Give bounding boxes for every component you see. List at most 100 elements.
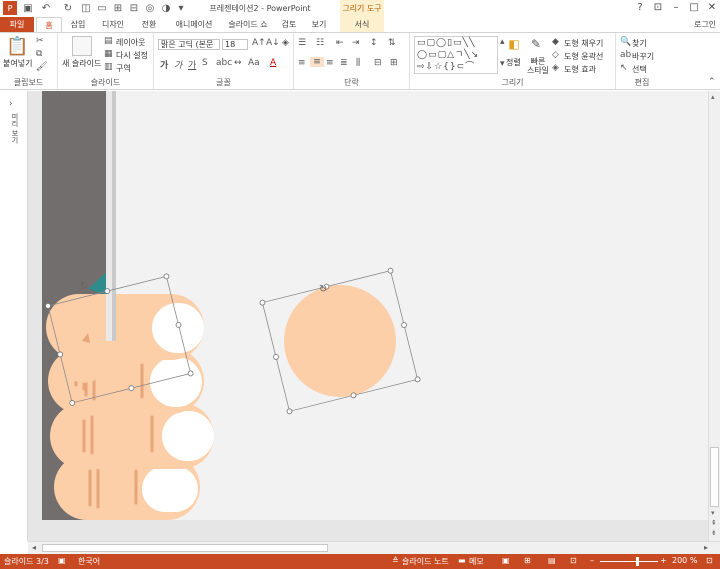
- align-left-icon[interactable]: ≡: [298, 58, 306, 68]
- paste-icon[interactable]: 📋: [6, 36, 28, 57]
- maximize-icon[interactable]: □: [686, 1, 702, 15]
- gallery-scroll-icon[interactable]: ▴: [500, 37, 505, 47]
- tab-insert[interactable]: 삽입: [66, 17, 90, 33]
- copy-icon[interactable]: ⧉: [36, 49, 42, 59]
- new-slide-button[interactable]: 새 슬라이드: [62, 58, 101, 69]
- qat-shape-icon[interactable]: ⊞: [112, 1, 124, 15]
- scroll-right-icon[interactable]: ▸: [704, 543, 708, 552]
- format-painter-icon[interactable]: 🖌: [36, 62, 47, 72]
- grow-font-icon[interactable]: A↑: [252, 38, 266, 48]
- paste-button[interactable]: 붙여넣기: [3, 58, 32, 69]
- shapes-gallery[interactable]: ▭▢◯▯▭╲╲ ◯▭▢△ㄱ╲↘ ⇨⇩☆{}⊂⌒: [414, 36, 498, 74]
- replace-button[interactable]: 바꾸기: [632, 51, 654, 62]
- smartart-icon[interactable]: ⊞: [390, 58, 398, 68]
- line-spacing-icon[interactable]: ↕: [370, 38, 378, 48]
- undo-icon[interactable]: ↶: [38, 1, 54, 15]
- cut-icon[interactable]: ✂: [36, 36, 44, 46]
- tab-home[interactable]: 홈: [36, 17, 62, 33]
- comments-button[interactable]: 메모: [469, 556, 484, 567]
- tab-review[interactable]: 검토: [278, 17, 300, 33]
- redo-icon[interactable]: ↻: [62, 1, 74, 15]
- zoom-level[interactable]: 200 %: [672, 556, 697, 565]
- previous-slide-icon[interactable]: ⇞: [711, 519, 717, 527]
- language-indicator[interactable]: 한국어: [78, 556, 100, 567]
- slideshow-icon[interactable]: ⊡: [570, 556, 577, 565]
- underline-icon[interactable]: 가: [188, 58, 196, 71]
- scroll-up-icon[interactable]: ▴: [711, 93, 715, 101]
- qat-shape-icon[interactable]: ▭: [96, 1, 108, 15]
- bullets-icon[interactable]: ☰: [298, 38, 306, 48]
- find-button[interactable]: 찾기: [632, 38, 647, 49]
- save-icon[interactable]: ▣: [22, 1, 34, 15]
- change-case-icon[interactable]: Aa: [248, 58, 260, 68]
- tab-slideshow[interactable]: 슬라이드 쇼: [226, 17, 270, 33]
- peach-circle[interactable]: [284, 285, 396, 397]
- tab-animations[interactable]: 애니메이션: [170, 17, 218, 33]
- increase-indent-icon[interactable]: ⇥: [352, 38, 360, 48]
- qat-shape-icon[interactable]: ◑: [160, 1, 172, 15]
- tab-transitions[interactable]: 전환: [136, 17, 162, 33]
- horizontal-scrollbar[interactable]: ◂ ▸: [28, 541, 720, 554]
- qat-shape-icon[interactable]: ◫: [80, 1, 92, 15]
- fit-to-window-icon[interactable]: ⊡: [706, 556, 713, 565]
- tab-file[interactable]: 파일: [0, 17, 34, 33]
- normal-view-icon[interactable]: ▣: [502, 556, 510, 565]
- shape-outline-button[interactable]: 도형 윤곽선: [564, 51, 603, 62]
- shrink-font-icon[interactable]: A↓: [266, 38, 280, 48]
- help-icon[interactable]: ?: [632, 1, 648, 15]
- arrange-icon[interactable]: ◧: [506, 37, 522, 53]
- strikethrough-icon[interactable]: abc: [216, 58, 232, 68]
- minimize-icon[interactable]: –: [668, 1, 684, 15]
- align-text-icon[interactable]: ⊟: [374, 58, 382, 68]
- qat-shape-icon[interactable]: ⊟: [128, 1, 140, 15]
- justify-icon[interactable]: ≣: [340, 58, 348, 68]
- font-family-select[interactable]: 맑은 고딕 (본문: [158, 39, 220, 50]
- section-button[interactable]: 구역: [116, 63, 131, 74]
- italic-icon[interactable]: 가: [174, 58, 182, 71]
- quick-styles-button[interactable]: 빠른 스타일: [526, 57, 550, 75]
- vertical-scroll-thumb[interactable]: [710, 447, 719, 507]
- sign-in-link[interactable]: 로그인: [690, 17, 720, 33]
- arrange-button[interactable]: 정렬: [506, 57, 521, 68]
- tab-design[interactable]: 디자인: [98, 17, 128, 33]
- customize-qat-icon[interactable]: ▾: [176, 1, 186, 15]
- ribbon-display-icon[interactable]: ⊡: [650, 1, 666, 15]
- zoom-slider[interactable]: [600, 557, 658, 566]
- spelling-icon[interactable]: ▣: [58, 556, 66, 565]
- zoom-slider-thumb[interactable]: [636, 557, 639, 566]
- align-center-icon[interactable]: ≡: [310, 57, 324, 67]
- rotate-handle-icon[interactable]: ↻: [80, 281, 88, 292]
- close-icon[interactable]: ✕: [704, 1, 720, 15]
- layout-button[interactable]: 레이아웃: [116, 37, 145, 48]
- select-button[interactable]: 선택: [632, 64, 647, 75]
- columns-icon[interactable]: ⫼: [356, 58, 360, 68]
- reading-view-icon[interactable]: ▤: [548, 556, 556, 565]
- shape-fill-button[interactable]: 도형 채우기: [564, 38, 603, 49]
- rotate-handle-icon[interactable]: ↻: [319, 284, 327, 295]
- zoom-out-icon[interactable]: –: [590, 556, 594, 565]
- text-direction-icon[interactable]: ⇅: [388, 38, 396, 48]
- zoom-in-icon[interactable]: +: [660, 556, 667, 565]
- tab-format[interactable]: 서식: [340, 17, 384, 33]
- notes-button[interactable]: 슬라이드 노트: [402, 556, 449, 567]
- reset-button[interactable]: 다시 설정: [116, 50, 148, 61]
- new-slide-icon[interactable]: [72, 36, 92, 56]
- slide-sorter-icon[interactable]: ⊞: [524, 556, 531, 565]
- bold-icon[interactable]: 가: [160, 58, 168, 71]
- shadow-icon[interactable]: S: [202, 58, 208, 68]
- collapse-ribbon-icon[interactable]: ⌃: [708, 77, 716, 87]
- align-right-icon[interactable]: ≡: [326, 58, 334, 68]
- vertical-scrollbar[interactable]: ▴ ▾ ⇞ ⇟: [708, 91, 720, 541]
- numbering-icon[interactable]: ☷: [316, 38, 324, 48]
- scroll-down-icon[interactable]: ▾: [711, 509, 715, 517]
- font-color-icon[interactable]: A: [270, 58, 276, 68]
- next-slide-icon[interactable]: ⇟: [711, 529, 717, 537]
- horizontal-scroll-thumb[interactable]: [42, 544, 328, 552]
- gallery-more-icon[interactable]: ▾: [500, 59, 505, 69]
- quick-styles-icon[interactable]: ✎: [528, 37, 544, 53]
- clear-format-icon[interactable]: ◈: [282, 38, 289, 48]
- scroll-left-icon[interactable]: ◂: [32, 543, 36, 552]
- font-size-select[interactable]: 18: [222, 39, 248, 50]
- expand-thumbnails-icon[interactable]: ›: [9, 99, 13, 109]
- shape-effects-button[interactable]: 도형 효과: [564, 64, 596, 75]
